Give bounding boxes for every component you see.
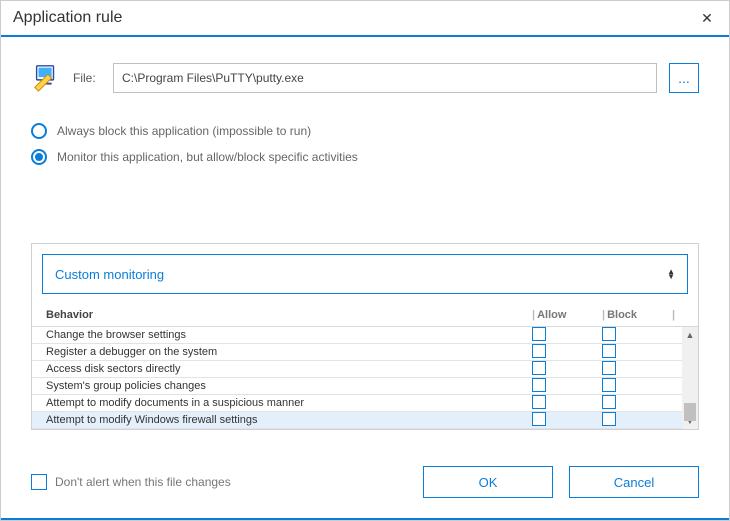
- file-path-input[interactable]: [113, 63, 657, 93]
- block-checkbox[interactable]: [602, 361, 616, 375]
- behavior-cell: Attempt to modify documents in a suspici…: [42, 397, 532, 409]
- bottom-accent: [1, 518, 729, 520]
- footer: Don't alert when this file changes OK Ca…: [1, 450, 729, 518]
- table-row[interactable]: Attempt to modify Windows firewall setti…: [32, 412, 698, 429]
- col-behavior[interactable]: Behavior: [42, 309, 532, 321]
- mode-radio-group: Always block this application (impossibl…: [31, 123, 699, 175]
- table-row[interactable]: Register a debugger on the system: [32, 344, 698, 361]
- behavior-cell: Change the browser settings: [42, 329, 532, 341]
- scroll-thumb[interactable]: [684, 403, 696, 421]
- radio-monitor[interactable]: Monitor this application, but allow/bloc…: [31, 149, 699, 165]
- radio-icon: [31, 149, 47, 165]
- table-row[interactable]: Change the browser settings: [32, 327, 698, 344]
- file-label: File:: [73, 71, 101, 85]
- dropdown-label: Custom monitoring: [55, 267, 164, 282]
- table-row[interactable]: System's group policies changes: [32, 378, 698, 395]
- content-area: File: ... Always block this application …: [1, 37, 729, 450]
- behavior-cell: Access disk sectors directly: [42, 363, 532, 375]
- table-row[interactable]: Attempt to modify documents in a suspici…: [32, 395, 698, 412]
- scrollbar[interactable]: ▲ ▼: [682, 327, 698, 429]
- behavior-cell: Register a debugger on the system: [42, 346, 532, 358]
- radio-label: Monitor this application, but allow/bloc…: [57, 150, 358, 164]
- grid-header: Behavior |Allow |Block |: [32, 304, 698, 326]
- close-icon[interactable]: ✕: [697, 10, 717, 27]
- alert-checkbox-row[interactable]: Don't alert when this file changes: [31, 474, 231, 490]
- alert-label: Don't alert when this file changes: [55, 475, 231, 489]
- block-checkbox[interactable]: [602, 327, 616, 341]
- block-checkbox[interactable]: [602, 378, 616, 392]
- scroll-track[interactable]: [682, 343, 698, 413]
- radio-always-block[interactable]: Always block this application (impossibl…: [31, 123, 699, 139]
- file-row: File: ...: [31, 63, 699, 93]
- behavior-cell: Attempt to modify Windows firewall setti…: [42, 414, 532, 426]
- behavior-cell: System's group policies changes: [42, 380, 532, 392]
- table-row[interactable]: Access disk sectors directly: [32, 361, 698, 378]
- block-checkbox[interactable]: [602, 412, 616, 426]
- radio-label: Always block this application (impossibl…: [57, 124, 311, 138]
- monitoring-dropdown[interactable]: Custom monitoring ▲▼: [42, 254, 688, 294]
- col-allow[interactable]: |Allow: [532, 309, 602, 321]
- grid-body: Change the browser settings Register a d…: [32, 326, 698, 429]
- app-rule-window: Application rule ✕ File: ... Always bloc…: [0, 0, 730, 521]
- scroll-up-icon[interactable]: ▲: [682, 327, 698, 343]
- application-icon: [31, 63, 61, 93]
- allow-checkbox[interactable]: [532, 327, 546, 341]
- allow-checkbox[interactable]: [532, 395, 546, 409]
- allow-checkbox[interactable]: [532, 344, 546, 358]
- monitoring-panel: Custom monitoring ▲▼ Behavior |Allow |Bl…: [31, 243, 699, 430]
- titlebar: Application rule ✕: [1, 1, 729, 37]
- browse-button[interactable]: ...: [669, 63, 699, 93]
- cancel-button[interactable]: Cancel: [569, 466, 699, 498]
- allow-checkbox[interactable]: [532, 412, 546, 426]
- allow-checkbox[interactable]: [532, 361, 546, 375]
- col-block[interactable]: |Block: [602, 309, 672, 321]
- alert-checkbox[interactable]: [31, 474, 47, 490]
- block-checkbox[interactable]: [602, 344, 616, 358]
- allow-checkbox[interactable]: [532, 378, 546, 392]
- radio-icon: [31, 123, 47, 139]
- ok-button[interactable]: OK: [423, 466, 553, 498]
- block-checkbox[interactable]: [602, 395, 616, 409]
- sort-icon: ▲▼: [667, 269, 675, 279]
- ellipsis-icon: ...: [678, 70, 690, 86]
- window-title: Application rule: [13, 9, 697, 27]
